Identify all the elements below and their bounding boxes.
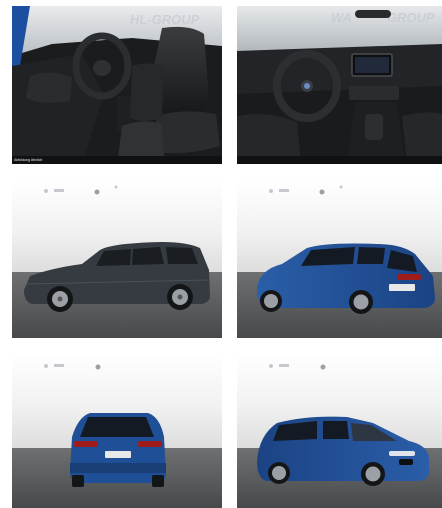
exterior-front-quarter-photo [237, 353, 442, 508]
gallery-thumbnail-exterior-rear-quarter[interactable] [237, 180, 442, 338]
interior-dashboard-photo: WA GROUP [237, 6, 442, 164]
gallery-thumbnail-exterior-rear[interactable] [12, 353, 222, 508]
photo-gallery: HL-GROUP Abbildung ähnlich WA GROUP [0, 0, 442, 508]
watermark-text: HL-GROUP [130, 12, 200, 27]
gallery-thumbnail-interior-seats[interactable]: HL-GROUP Abbildung ähnlich [12, 6, 222, 164]
gallery-thumbnail-exterior-front-quarter[interactable] [237, 353, 442, 508]
interior-seats-photo: HL-GROUP Abbildung ähnlich [12, 6, 222, 164]
exterior-side-grey-photo [12, 180, 222, 338]
exterior-rear-photo [12, 353, 222, 508]
exterior-rear-quarter-photo [237, 180, 442, 338]
gallery-thumbnail-interior-dashboard[interactable]: WA GROUP [237, 6, 442, 164]
watermark-text: WA [331, 10, 352, 25]
gallery-thumbnail-exterior-side-grey[interactable] [12, 180, 222, 338]
watermark-text-tail: GROUP [387, 10, 435, 25]
image-caption: Abbildung ähnlich [14, 158, 42, 162]
